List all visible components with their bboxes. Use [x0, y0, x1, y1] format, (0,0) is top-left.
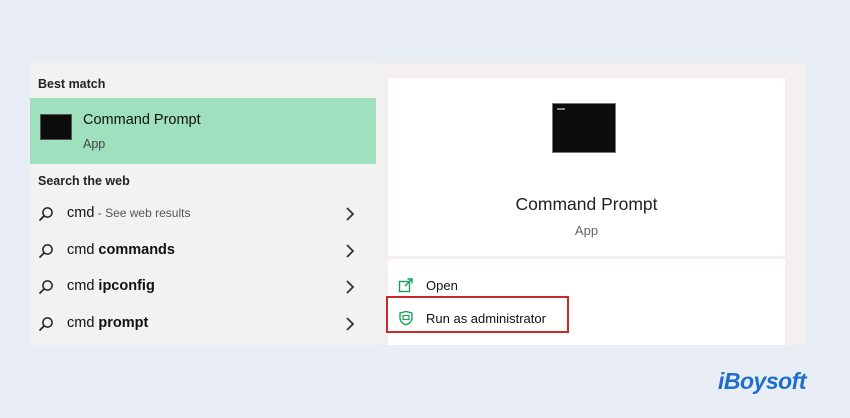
start-menu-search-window: Best match Command Prompt App Search the… [30, 63, 805, 345]
chevron-right-icon [346, 207, 355, 221]
iboysoft-logo: iBoysoft [718, 368, 807, 394]
web-result-cmd-prompt[interactable]: cmd prompt [30, 307, 376, 341]
web-result-text: cmd ipconfig [67, 278, 155, 294]
web-result-cmd[interactable]: cmd - See web results [30, 197, 376, 231]
web-result-text: cmd prompt [67, 315, 149, 331]
app-subtitle: App [574, 223, 599, 238]
command-prompt-icon [40, 114, 72, 140]
web-result-text: cmd commands [67, 242, 175, 258]
search-icon [38, 244, 53, 259]
search-icon [38, 317, 53, 332]
best-match-subtitle: App [83, 137, 106, 151]
annotation-highlight-box [386, 296, 569, 333]
web-result-cmd-commands[interactable]: cmd commands [30, 234, 376, 268]
search-icon [38, 280, 53, 295]
search-web-heading: Search the web [38, 174, 130, 188]
app-title: Command Prompt [515, 194, 658, 214]
web-result-text: cmd - See web results [67, 205, 191, 221]
best-match-title: Command Prompt [83, 112, 201, 128]
web-result-cmd-ipconfig[interactable]: cmd ipconfig [30, 270, 376, 304]
search-icon [38, 207, 53, 222]
search-results-panel: Best match Command Prompt App Search the… [30, 63, 376, 345]
open-label: Open [426, 278, 458, 293]
best-match-heading: Best match [38, 77, 106, 91]
command-prompt-icon [552, 103, 616, 153]
app-detail-card: Command Prompt App [388, 78, 785, 256]
chevron-right-icon [346, 244, 355, 258]
chevron-right-icon [346, 317, 355, 331]
chevron-right-icon [346, 280, 355, 294]
best-match-command-prompt[interactable]: Command Prompt App [30, 98, 376, 164]
open-icon [398, 278, 413, 293]
